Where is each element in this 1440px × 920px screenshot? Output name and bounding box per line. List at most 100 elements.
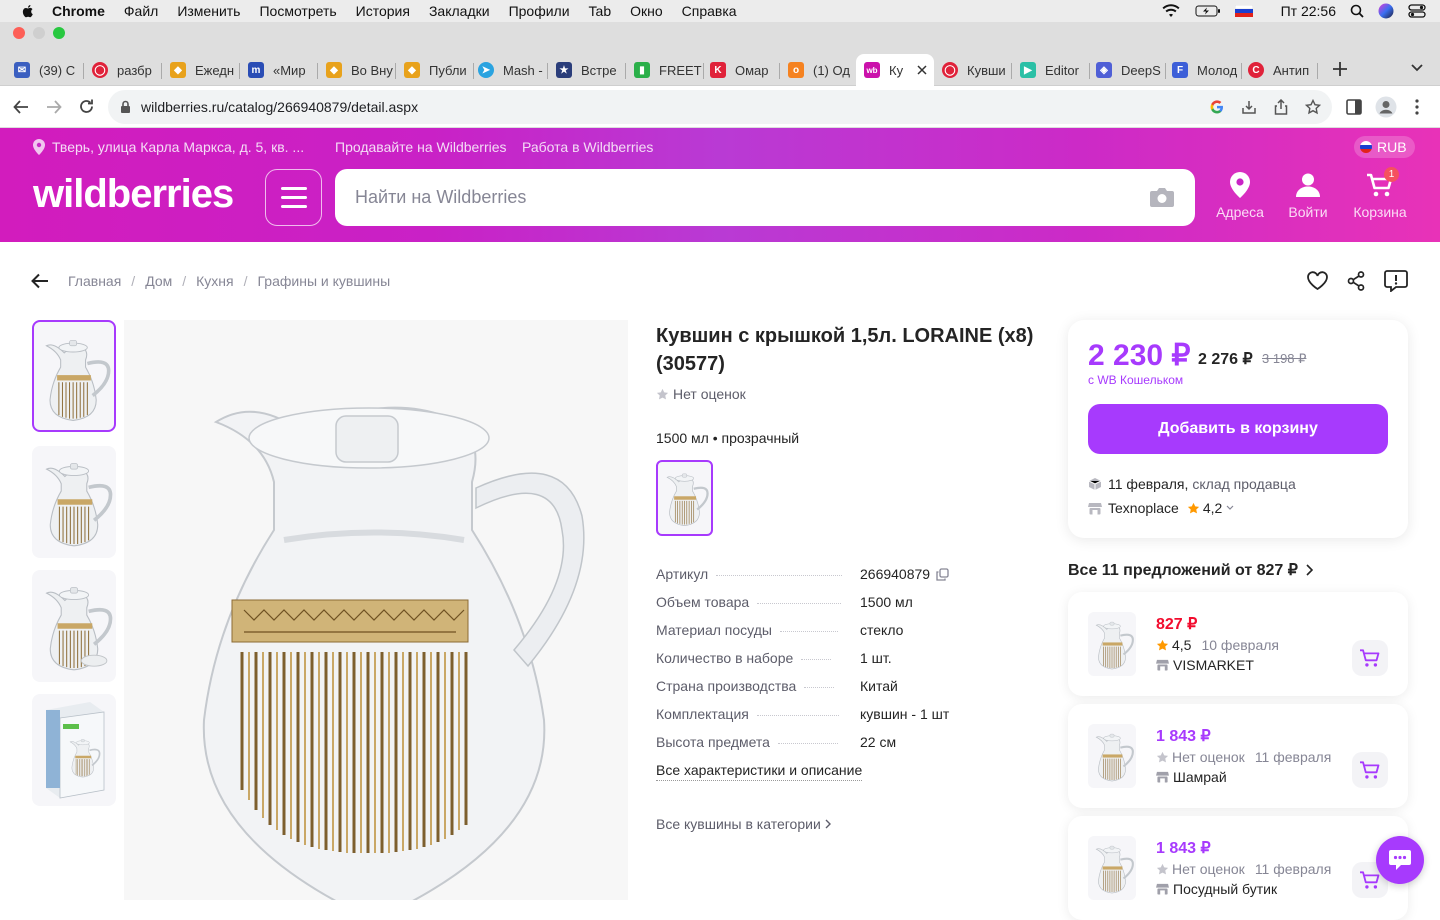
login-button[interactable]: Войти [1276, 172, 1340, 220]
cart-button[interactable]: Корзина 1 [1348, 167, 1412, 220]
tab-16[interactable]: F Молод [1164, 54, 1242, 86]
currency-selector[interactable]: RUB [1354, 136, 1415, 158]
menu-history[interactable]: История [356, 3, 410, 19]
tab-10[interactable]: K Омар [702, 54, 780, 86]
copy-icon[interactable] [936, 567, 949, 581]
tab-11[interactable]: о (1) Од [780, 54, 856, 86]
bookmark-star-icon[interactable] [1305, 99, 1321, 115]
siri-icon[interactable] [1378, 3, 1394, 19]
menu-file[interactable]: Файл [124, 3, 158, 19]
menu-app-name[interactable]: Chrome [52, 3, 105, 19]
breadcrumb-home-goods[interactable]: Дом [145, 273, 172, 289]
clock[interactable]: Пт 22:56 [1281, 3, 1336, 19]
play-icon: ▶ [1020, 62, 1036, 78]
menu-profiles[interactable]: Профили [509, 3, 570, 19]
tab-14[interactable]: ▶ Editor [1012, 54, 1090, 86]
offer-price: 1 843 ₽ [1156, 840, 1211, 857]
tab-17[interactable]: C Антип [1240, 54, 1318, 86]
offer-add-to-cart-button[interactable] [1352, 640, 1388, 676]
thumbnail-4[interactable] [32, 694, 116, 806]
wallet-note[interactable]: с WB Кошельком [1088, 373, 1183, 387]
maximize-window-button[interactable] [53, 27, 65, 39]
google-g-icon[interactable] [1210, 100, 1224, 114]
battery-icon[interactable] [1195, 5, 1221, 17]
tab-5[interactable]: ◆ Во Вну [318, 54, 396, 86]
menu-window[interactable]: Окно [630, 3, 663, 19]
variant-option-selected[interactable] [656, 460, 713, 536]
product-main-image[interactable] [124, 320, 628, 900]
tab-2[interactable]: ◯ разбр [84, 54, 162, 86]
share-icon[interactable] [1347, 271, 1365, 291]
thumbnail-3[interactable] [32, 570, 116, 682]
offer-rating: Нет оценок 11 февраля [1156, 749, 1331, 765]
tab-6[interactable]: ◆ Публи [396, 54, 474, 86]
back-arrow-icon[interactable] [13, 99, 29, 115]
tab-9[interactable]: ▮ FREET [626, 54, 704, 86]
offer-card[interactable]: 1 843 ₽ Нет оценок 11 февраля Посудный б… [1068, 816, 1408, 920]
menu-view[interactable]: Посмотреть [259, 3, 336, 19]
support-chat-button[interactable] [1376, 836, 1424, 884]
work-at-wb-link[interactable]: Работа в Wildberries [522, 139, 653, 155]
back-arrow-icon[interactable] [31, 273, 49, 289]
tab-search-chevron-icon[interactable] [1411, 64, 1423, 72]
url-text[interactable]: wildberries.ru/catalog/266940879/detail.… [141, 99, 418, 115]
breadcrumb-kitchen[interactable]: Кухня [196, 273, 233, 289]
minimize-window-button[interactable] [33, 27, 45, 39]
russian-flag-icon[interactable] [1234, 5, 1253, 17]
price-regular: 2 276 ₽ [1198, 351, 1253, 368]
chrome-menu-icon[interactable] [1415, 99, 1419, 115]
breadcrumb-decanters[interactable]: Графины и кувшины [258, 273, 391, 289]
camera-search-icon[interactable] [1149, 185, 1175, 209]
install-icon[interactable] [1241, 100, 1257, 115]
control-center-icon[interactable] [1408, 4, 1426, 18]
location-pin-icon [1230, 172, 1250, 198]
addresses-button[interactable]: Адреса [1208, 172, 1272, 220]
share-icon[interactable] [1274, 99, 1288, 115]
delivery-location-link[interactable]: Тверь, улица Карла Маркса, д. 5, кв. ... [52, 139, 304, 155]
reload-icon[interactable] [78, 98, 95, 115]
lock-icon[interactable] [120, 100, 131, 114]
shield-icon: ◆ [326, 62, 342, 78]
forward-arrow-icon[interactable] [46, 99, 62, 115]
tab-13[interactable]: ◯ Кувши [934, 54, 1012, 86]
tab-7[interactable]: ➤ Mash - [470, 54, 548, 86]
sell-on-wb-link[interactable]: Продавайте на Wildberries [335, 139, 507, 155]
tab-1[interactable]: ✉ (39) С [6, 54, 84, 86]
product-rating[interactable]: Нет оценок [656, 386, 746, 402]
thumbnail-2[interactable] [32, 446, 116, 558]
new-tab-icon[interactable] [1332, 61, 1348, 77]
close-window-button[interactable] [13, 27, 25, 39]
sidebar-icon[interactable] [1346, 99, 1362, 115]
apple-icon[interactable] [20, 3, 36, 19]
tab-3[interactable]: ◆ Ежедн [162, 54, 240, 86]
tab-8[interactable]: ★ Встре [548, 54, 626, 86]
add-to-cart-button[interactable]: Добавить в корзину [1088, 404, 1388, 454]
search-input[interactable] [355, 169, 1135, 226]
offer-card[interactable]: 827 ₽ 4,5 10 февраля VISMARKET [1068, 592, 1408, 696]
seller-info[interactable]: Texnoplace 4,2 [1088, 500, 1234, 516]
breadcrumb-home[interactable]: Главная [68, 273, 121, 289]
thumbnail-1[interactable] [32, 320, 116, 432]
catalog-menu-button[interactable] [265, 169, 322, 226]
all-offers-link[interactable]: Все 11 предложений от 827 ₽ [1068, 560, 1313, 580]
all-specs-link[interactable]: Все характеристики и описание [656, 762, 863, 781]
tab-12-active[interactable]: wb Ку [856, 54, 934, 86]
wildberries-logo[interactable]: wildberries [33, 172, 234, 217]
all-category-link[interactable]: Все кувшины в категории [656, 816, 831, 832]
shop-icon [1088, 502, 1102, 514]
offer-add-to-cart-button[interactable] [1352, 752, 1388, 788]
menu-help[interactable]: Справка [682, 3, 737, 19]
profile-avatar-icon[interactable] [1375, 96, 1397, 118]
report-issue-icon[interactable] [1384, 270, 1408, 292]
menu-tab[interactable]: Tab [589, 3, 612, 19]
omnibox[interactable]: wildberries.ru/catalog/266940879/detail.… [108, 90, 1332, 124]
menu-edit[interactable]: Изменить [177, 3, 240, 19]
wifi-icon[interactable] [1161, 4, 1181, 18]
tab-15[interactable]: ◈ DeepS [1088, 54, 1166, 86]
tab-4[interactable]: m «Мир [240, 54, 318, 86]
offer-card[interactable]: 1 843 ₽ Нет оценок 11 февраля Шамрай [1068, 704, 1408, 808]
menu-bookmarks[interactable]: Закладки [429, 3, 490, 19]
spotlight-search-icon[interactable] [1350, 4, 1364, 18]
favorite-heart-icon[interactable] [1307, 271, 1328, 290]
close-tab-icon[interactable] [917, 65, 927, 75]
